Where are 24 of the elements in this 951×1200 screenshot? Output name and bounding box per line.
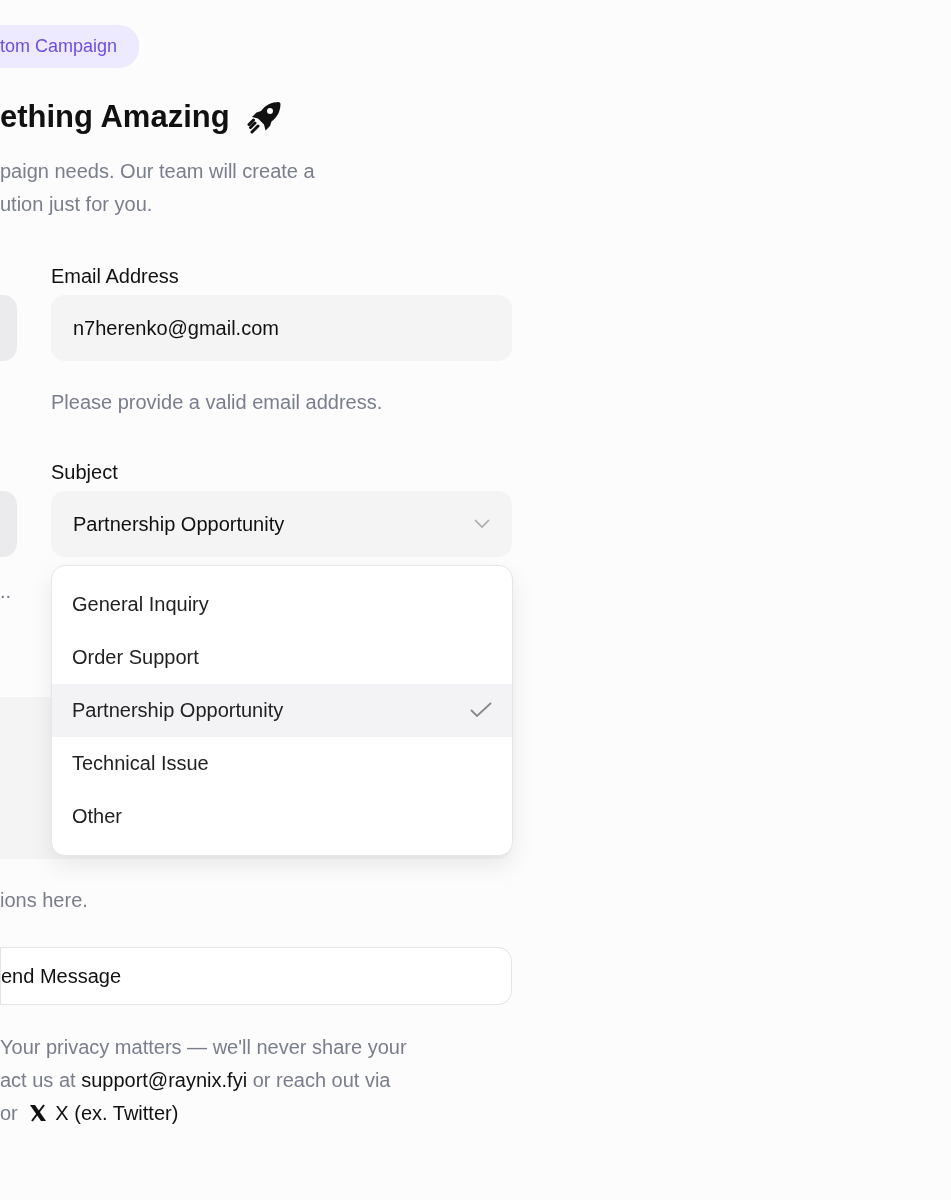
subtitle-text: ution just for you. [0, 191, 154, 217]
rocket-icon [245, 99, 282, 136]
hint-text: .. [0, 580, 12, 601]
dropdown-option[interactable]: Technical Issue [52, 736, 512, 790]
field-label: Subject [51, 459, 119, 485]
campaign-badge: tom Campaign [0, 25, 140, 68]
dropdown-option[interactable]: Order Support [52, 630, 512, 684]
send-button[interactable]: end Message [0, 946, 512, 1005]
check-icon [470, 702, 492, 718]
hint-text: Please provide a valid email address. [51, 389, 384, 415]
hint-text: ions here. [0, 887, 89, 913]
dropdown-option[interactable]: Partnership Opportunity [52, 683, 512, 737]
chevron-icon [474, 518, 490, 529]
dropdown-option[interactable]: General Inquiry [52, 577, 512, 631]
field-label: Email Address [51, 263, 180, 289]
subtitle-text: paign needs. Our team will create a [0, 158, 316, 184]
x-link[interactable]: X (ex. Twitter) [23, 1101, 179, 1124]
footer-text: Your privacy matters — we'll never share your act us at support@raynix.fyi or reach out via or X (ex. Twitter) [0, 1034, 408, 1126]
subject-select[interactable]: Partnership Opportunity [51, 490, 512, 557]
email-link[interactable]: support@raynix.fyi [81, 1068, 248, 1091]
dropdown-option[interactable]: Other [52, 789, 512, 843]
page-title: ething Amazing [0, 98, 230, 136]
email-field[interactable]: n7herenko@gmail.com [51, 294, 512, 361]
x-logo-icon [29, 1103, 48, 1122]
